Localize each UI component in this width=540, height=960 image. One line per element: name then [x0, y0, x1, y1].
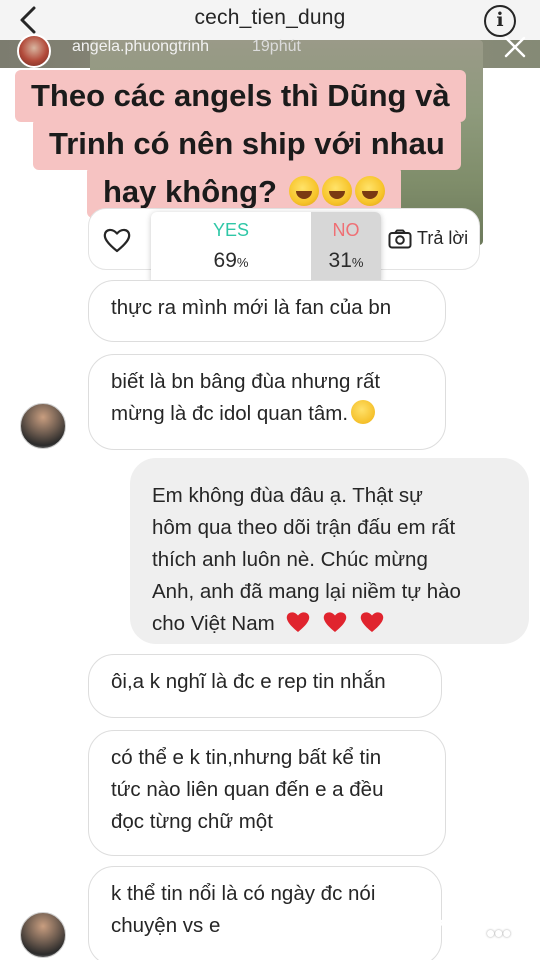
- message-text: cho Việt Nam: [152, 612, 275, 635]
- laughing-emoji-icon: [354, 176, 385, 206]
- camera-icon[interactable]: [388, 229, 412, 249]
- message-text: tức nào liên quan đến e a đều: [111, 778, 384, 801]
- message-bubble-received: thực ra mình mới là fan của bn: [88, 280, 446, 342]
- heart-icon[interactable]: [102, 226, 132, 254]
- send-icon[interactable]: [436, 918, 470, 948]
- close-icon[interactable]: [500, 32, 530, 62]
- more-options-icon[interactable]: •••: [486, 918, 511, 949]
- message-bubble-sent: Em không đùa đâu ạ. Thật sự hôm qua theo…: [130, 458, 529, 644]
- story-timestamp: 19phút: [252, 38, 301, 55]
- red-heart-emoji-icon: [287, 612, 310, 632]
- poll-no-value: 31: [328, 249, 352, 272]
- message-text-line: cho Việt Nam: [152, 608, 507, 640]
- message-text: chuyện vs e: [111, 914, 221, 937]
- message-text: Em không đùa đâu ạ. Thật sự: [152, 484, 423, 507]
- message-text: đọc từng chữ một: [111, 810, 273, 833]
- chevron-left-icon[interactable]: [14, 2, 46, 38]
- poll-widget: YES 69% NO 31%: [151, 212, 381, 286]
- avatar[interactable]: [20, 403, 66, 449]
- message-text: ôi,a k nghĩ là đc e rep tin nhắn: [111, 670, 386, 693]
- page-title: cech_tien_dung: [194, 6, 346, 29]
- message-bubble-received: có thể e k tin,nhưng bất kể tin tức nào …: [88, 730, 446, 856]
- message-text: Anh, anh đã mang lại niềm tự hào: [152, 580, 461, 603]
- message-text: k thể tin nổi là có ngày đc nói: [111, 882, 376, 905]
- message-bubble-received: k thể tin nổi là có ngày đc nói chuyện v…: [88, 866, 442, 960]
- message-bubble-received: biết là bn bâng đùa nhưng rất mừng là đc…: [88, 354, 446, 450]
- message-text: hôm qua theo dõi trận đấu em rất: [152, 516, 456, 539]
- poll-no-label: NO: [332, 220, 360, 240]
- poll-yes-value: 69: [213, 249, 237, 272]
- poll-no-percent: 31%: [311, 249, 381, 273]
- message-text: có thể e k tin,nhưng bất kể tin: [111, 746, 382, 769]
- percent-sign: %: [236, 255, 249, 270]
- reply-button[interactable]: Trả lời: [417, 228, 468, 249]
- story-question-line-1: Theo các angels thì Dũng và: [15, 70, 466, 122]
- red-heart-emoji-icon: [323, 612, 347, 632]
- story-username[interactable]: angela.phuongtrinh: [72, 38, 209, 56]
- poll-option-yes[interactable]: YES 69%: [151, 212, 311, 286]
- smiling-face-emoji-icon: [351, 400, 376, 424]
- poll-yes-label: YES: [212, 220, 250, 240]
- poll-yes-percent: 69%: [151, 249, 311, 273]
- story-question-text: hay không?: [103, 174, 277, 209]
- message-text-line: mừng là đc idol quan tâm.: [111, 398, 423, 430]
- story-question-line-2: Trinh có nên ship với nhau: [33, 118, 461, 170]
- message-text: thực ra mình mới là fan của bn: [111, 296, 392, 319]
- story-avatar[interactable]: [17, 34, 51, 68]
- message-text: thích anh luôn nè. Chúc mừng: [152, 548, 428, 571]
- percent-sign: %: [351, 255, 364, 270]
- laughing-emoji-icon: [288, 176, 319, 206]
- poll-option-no[interactable]: NO 31%: [311, 212, 381, 286]
- laughing-emoji-icon: [321, 176, 352, 206]
- avatar[interactable]: [20, 912, 66, 958]
- message-text: mừng là đc idol quan tâm.: [111, 402, 349, 425]
- red-heart-emoji-icon: [360, 612, 384, 632]
- message-text: biết là bn bâng đùa nhưng rất: [111, 370, 381, 393]
- message-bubble-received: ôi,a k nghĩ là đc e rep tin nhắn: [88, 654, 442, 718]
